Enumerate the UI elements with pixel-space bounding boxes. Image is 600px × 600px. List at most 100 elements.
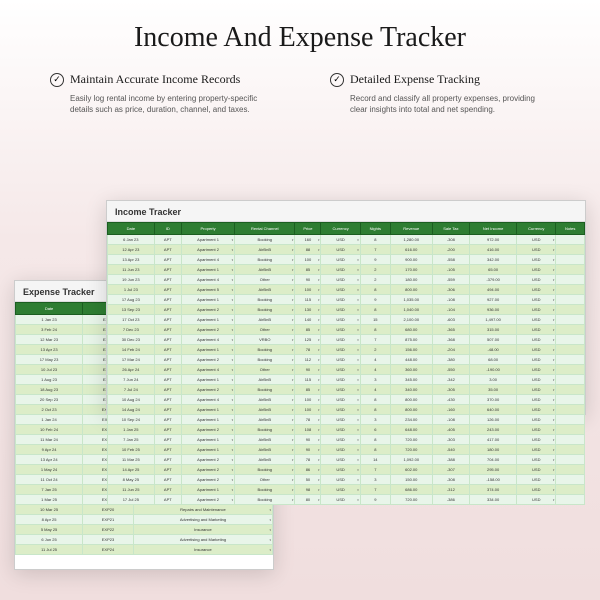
cell[interactable]: USD▾ (321, 415, 360, 425)
cell[interactable]: 720.00 (390, 445, 432, 455)
cell[interactable]: 1 May 24 (16, 465, 83, 475)
dropdown-icon[interactable]: ▾ (292, 238, 294, 242)
cell[interactable]: 11 Mar 25 (108, 455, 155, 465)
cell[interactable]: 1 Jul 23 (108, 285, 155, 295)
cell[interactable]: -108 (432, 415, 469, 425)
cell[interactable]: Booking▾ (235, 355, 295, 365)
dropdown-icon[interactable]: ▾ (232, 368, 234, 372)
cell[interactable]: 1 Jan 25 (108, 425, 155, 435)
cell[interactable]: 68.00 (470, 355, 517, 365)
dropdown-icon[interactable]: ▾ (553, 488, 555, 492)
dropdown-icon[interactable]: ▾ (318, 468, 320, 472)
cell[interactable] (556, 495, 585, 505)
cell[interactable]: APT (154, 425, 181, 435)
table-row[interactable]: 7 Dec 23APTApartment 2▾Other▾85▾USD▾8680… (108, 325, 585, 335)
table-row[interactable]: 11 Jun 25APTApartment 1▾Booking▾98▾USD▾7… (108, 485, 585, 495)
cell[interactable]: 7 Jun 24 (108, 375, 155, 385)
dropdown-icon[interactable]: ▾ (232, 378, 234, 382)
cell[interactable]: USD▾ (321, 325, 360, 335)
column-header[interactable]: Net Income (470, 223, 517, 235)
cell[interactable]: -405 (432, 425, 469, 435)
cell[interactable]: -312 (432, 485, 469, 495)
cell[interactable]: -306 (432, 285, 469, 295)
cell[interactable]: Apartment 5▾ (181, 285, 234, 295)
dropdown-icon[interactable]: ▾ (318, 268, 320, 272)
cell[interactable]: 800.00 (390, 395, 432, 405)
dropdown-icon[interactable]: ▾ (269, 508, 271, 512)
cell[interactable]: 2 (360, 275, 390, 285)
dropdown-icon[interactable]: ▾ (232, 408, 234, 412)
cell[interactable]: EXP22 (83, 525, 134, 535)
cell[interactable]: 12 Mar 23 (16, 335, 83, 345)
cell[interactable]: USD▾ (517, 405, 556, 415)
dropdown-icon[interactable]: ▾ (357, 438, 359, 442)
cell[interactable]: EXP23 (83, 535, 134, 545)
cell[interactable]: EXP21 (83, 515, 134, 525)
table-row[interactable]: 7 Jan 25APTApartment 1▾AirBnB▾90▾USD▾872… (108, 435, 585, 445)
table-row[interactable]: 17 Jul 25APTApartment 2▾Booking▾80▾USD▾9… (108, 495, 585, 505)
cell[interactable]: 972.00 (470, 235, 517, 245)
cell[interactable]: USD▾ (517, 485, 556, 495)
dropdown-icon[interactable]: ▾ (232, 238, 234, 242)
cell[interactable]: 115▾ (295, 295, 321, 305)
cell[interactable]: 1,035.00 (390, 295, 432, 305)
cell[interactable]: 3 (360, 415, 390, 425)
cell[interactable]: 17 Oct 23 (108, 315, 155, 325)
table-row[interactable]: 13 Apr 23APTApartment 4▾Booking▾100▾USD▾… (108, 255, 585, 265)
table-row[interactable]: 30 Dec 23APTApartment 4▾VRBO▾125▾USD▾787… (108, 335, 585, 345)
dropdown-icon[interactable]: ▾ (292, 478, 294, 482)
dropdown-icon[interactable]: ▾ (232, 398, 234, 402)
cell[interactable]: USD▾ (517, 335, 556, 345)
table-row[interactable]: 10 Feb 25APTApartment 1▾AirBnB▾90▾USD▾87… (108, 445, 585, 455)
cell[interactable]: 5 May 25 (16, 525, 83, 535)
table-row[interactable]: 6 Jun 25EXP23Advertising and Marketing▾ (16, 535, 273, 545)
cell[interactable]: 334.00 (470, 495, 517, 505)
dropdown-icon[interactable]: ▾ (318, 258, 320, 262)
dropdown-icon[interactable]: ▾ (553, 438, 555, 442)
cell[interactable]: Other▾ (235, 325, 295, 335)
dropdown-icon[interactable]: ▾ (553, 238, 555, 242)
cell[interactable]: 80▾ (295, 495, 321, 505)
dropdown-icon[interactable]: ▾ (553, 428, 555, 432)
cell[interactable]: Booking▾ (235, 305, 295, 315)
table-row[interactable]: 14 Feb 24APTApartment 1▾Booking▾78▾USD▾2… (108, 345, 585, 355)
cell[interactable]: AirBnB▾ (235, 375, 295, 385)
table-row[interactable]: 11 Jul 25EXP24Insurance▾ (16, 545, 273, 555)
dropdown-icon[interactable]: ▾ (292, 428, 294, 432)
cell[interactable]: 374.00 (470, 485, 517, 495)
cell[interactable]: Other▾ (235, 475, 295, 485)
dropdown-icon[interactable]: ▾ (357, 388, 359, 392)
cell[interactable]: 1,092.00 (390, 455, 432, 465)
dropdown-icon[interactable]: ▾ (292, 318, 294, 322)
cell[interactable]: USD▾ (321, 455, 360, 465)
cell[interactable]: USD▾ (517, 265, 556, 275)
cell[interactable]: 4 (360, 355, 390, 365)
cell[interactable]: AirBnB▾ (235, 405, 295, 415)
cell[interactable]: Apartment 2▾ (181, 355, 234, 365)
cell[interactable]: -540 (432, 445, 469, 455)
cell[interactable]: 17 Mar 24 (108, 355, 155, 365)
dropdown-icon[interactable]: ▾ (357, 248, 359, 252)
cell[interactable]: 4 (360, 385, 390, 395)
cell[interactable] (556, 485, 585, 495)
dropdown-icon[interactable]: ▾ (553, 288, 555, 292)
dropdown-icon[interactable]: ▾ (269, 538, 271, 542)
cell[interactable]: 10 Mar 25 (16, 505, 83, 515)
cell[interactable]: 126.00 (470, 415, 517, 425)
cell[interactable]: 90▾ (295, 445, 321, 455)
dropdown-icon[interactable]: ▾ (357, 338, 359, 342)
dropdown-icon[interactable]: ▾ (553, 318, 555, 322)
cell[interactable]: USD▾ (517, 365, 556, 375)
cell[interactable]: Booking▾ (235, 295, 295, 305)
cell[interactable]: Apartment 4▾ (181, 365, 234, 375)
cell[interactable]: Booking▾ (235, 425, 295, 435)
table-row[interactable]: 14 Apr 25APTApartment 2▾Booking▾86▾USD▾7… (108, 465, 585, 475)
cell[interactable]: 26 Apr 24 (108, 365, 155, 375)
cell[interactable] (556, 355, 585, 365)
cell[interactable]: 1,497.00 (470, 315, 517, 325)
cell[interactable]: 2 (360, 345, 390, 355)
table-row[interactable]: 17 Oct 23APTApartment 1▾AirBnB▾140▾USD▾1… (108, 315, 585, 325)
cell[interactable]: USD▾ (517, 345, 556, 355)
dropdown-icon[interactable]: ▾ (553, 388, 555, 392)
cell[interactable]: 6 (360, 425, 390, 435)
